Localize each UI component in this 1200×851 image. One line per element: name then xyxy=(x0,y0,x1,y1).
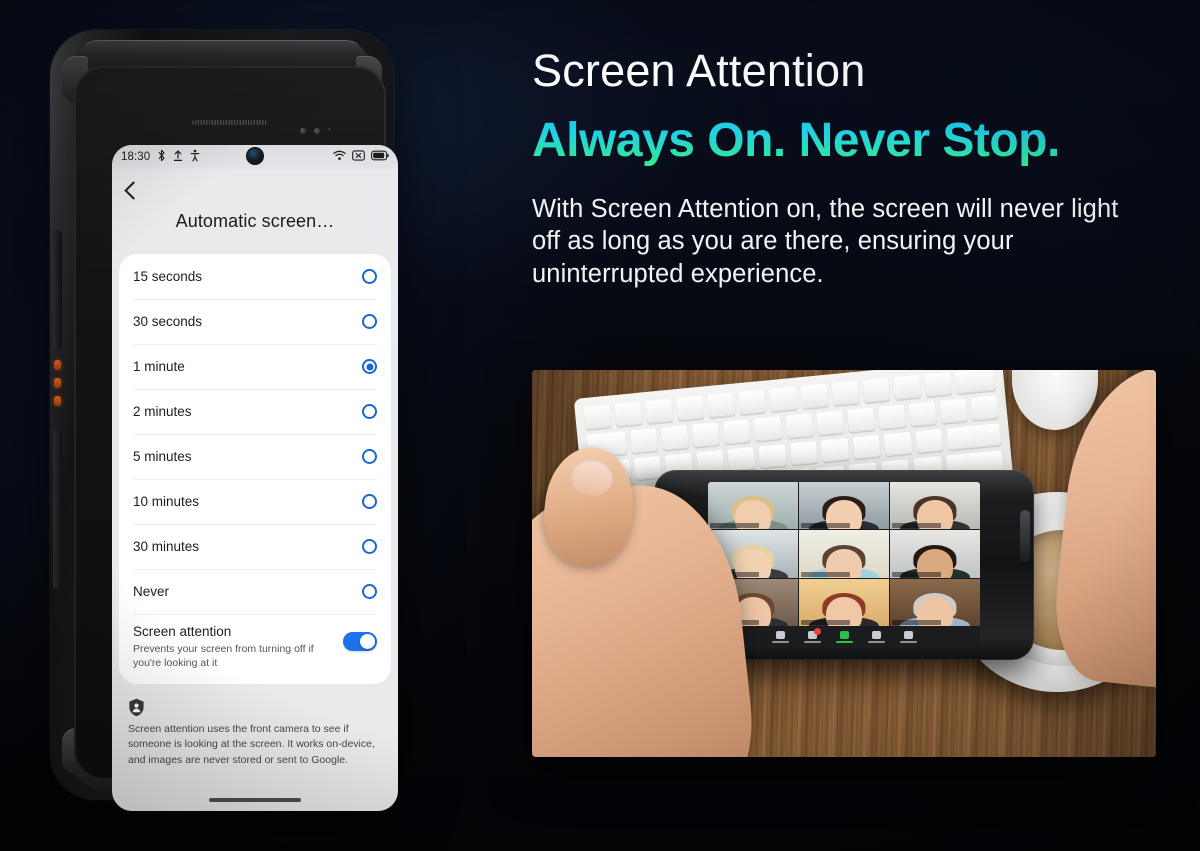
phone-side-grip-upper xyxy=(53,230,62,350)
radio-button[interactable] xyxy=(362,584,377,599)
option-row-2-minutes[interactable]: 2 minutes xyxy=(119,389,391,434)
option-row-1-minute[interactable]: 1 minute xyxy=(119,344,391,389)
battery-icon xyxy=(371,150,389,164)
sensor-dots xyxy=(300,128,331,134)
status-bar-clock: 18:30 xyxy=(121,151,151,163)
video-call-screen xyxy=(708,482,980,648)
lifestyle-photo xyxy=(532,370,1156,757)
rugged-phone-device: 18:30 Automatic screen… 15 seconds 30 se… xyxy=(42,22,402,811)
screen-attention-title: Screen attention xyxy=(133,624,232,639)
radio-button[interactable] xyxy=(362,494,377,509)
status-bar: 18:30 xyxy=(112,145,398,169)
held-phone-grip-right xyxy=(1020,510,1030,562)
option-row-never[interactable]: Never xyxy=(119,569,391,614)
phone-orange-side-button-1[interactable] xyxy=(54,360,61,370)
participant-tile[interactable] xyxy=(799,482,889,530)
status-bar-left: 18:30 xyxy=(121,149,200,165)
phone-orange-side-button-3[interactable] xyxy=(54,396,61,406)
screen-attention-subtitle: Prevents your screen from turning off if… xyxy=(133,643,314,670)
screen-attention-toggle[interactable] xyxy=(343,632,377,651)
phone-orange-side-button-2[interactable] xyxy=(54,378,61,388)
option-label: 10 minutes xyxy=(133,494,200,509)
upload-icon xyxy=(173,149,183,165)
option-label: Never xyxy=(133,584,170,599)
page-title: Automatic screen… xyxy=(175,211,335,231)
timeout-options-card: 15 seconds 30 seconds 1 minute 2 minutes xyxy=(119,254,391,685)
phone-outer-shell: 18:30 Automatic screen… 15 seconds 30 se… xyxy=(50,30,398,811)
option-label: 5 minutes xyxy=(133,449,192,464)
radio-button[interactable] xyxy=(362,314,377,329)
option-row-10-minutes[interactable]: 10 minutes xyxy=(119,479,391,524)
home-indicator[interactable] xyxy=(209,798,301,802)
wifi-icon xyxy=(333,150,346,164)
radio-button[interactable] xyxy=(362,404,377,419)
option-row-5-minutes[interactable]: 5 minutes xyxy=(119,434,391,479)
participant-tile[interactable] xyxy=(799,578,889,626)
radio-button[interactable] xyxy=(362,449,377,464)
phone-side-grip-lower xyxy=(53,430,62,590)
option-label: 30 minutes xyxy=(133,539,200,554)
option-row-30-seconds[interactable]: 30 seconds xyxy=(119,299,391,344)
option-row-30-minutes[interactable]: 30 minutes xyxy=(119,524,391,569)
back-chevron-icon xyxy=(124,180,143,200)
participant-tile-active-speaker[interactable] xyxy=(799,530,889,578)
subheadline: Always On. Never Stop. xyxy=(532,114,1060,167)
participant-tile[interactable] xyxy=(890,530,980,578)
reactions-button[interactable] xyxy=(899,630,917,644)
toggle-knob xyxy=(360,634,375,649)
privacy-note-text: Screen attention uses the front camera t… xyxy=(128,723,375,766)
screen-attention-text: Screen attention Prevents your screen fr… xyxy=(133,624,343,670)
participant-tile[interactable] xyxy=(890,578,980,626)
accessibility-icon xyxy=(190,149,200,165)
front-camera-punch-hole xyxy=(247,148,263,164)
participants-button[interactable] xyxy=(771,630,789,644)
video-call-toolbar xyxy=(708,626,980,648)
status-bar-right xyxy=(333,150,389,164)
radio-button[interactable] xyxy=(362,269,377,284)
option-row-15-seconds[interactable]: 15 seconds xyxy=(119,254,391,299)
radio-button-selected[interactable] xyxy=(362,359,377,374)
no-sim-icon xyxy=(352,150,365,164)
video-call-grid xyxy=(708,482,980,626)
bluetooth-icon xyxy=(157,149,166,165)
radio-button[interactable] xyxy=(362,539,377,554)
option-label: 30 seconds xyxy=(133,314,203,329)
chat-button[interactable] xyxy=(803,627,821,644)
record-button[interactable] xyxy=(867,630,885,644)
headline: Screen Attention xyxy=(532,45,866,96)
option-label: 1 minute xyxy=(133,359,185,374)
option-label: 15 seconds xyxy=(133,269,203,284)
screen-attention-row[interactable]: Screen attention Prevents your screen fr… xyxy=(119,614,391,684)
share-screen-button[interactable] xyxy=(835,630,853,644)
phone-screen: 18:30 Automatic screen… 15 seconds 30 se… xyxy=(112,145,398,811)
left-thumbnail xyxy=(569,457,615,498)
privacy-note: Screen attention uses the front camera t… xyxy=(112,684,398,768)
privacy-shield-icon xyxy=(128,698,145,721)
earpiece-speaker-grille xyxy=(192,120,268,125)
option-label: 2 minutes xyxy=(133,404,192,419)
back-button[interactable] xyxy=(112,175,398,205)
phone-bezel: 18:30 Automatic screen… 15 seconds 30 se… xyxy=(74,66,398,811)
body-paragraph: With Screen Attention on, the screen wil… xyxy=(532,195,1119,288)
app-bar: Automatic screen… xyxy=(112,169,398,246)
right-content-panel: Screen Attention Always On. Never Stop. … xyxy=(532,0,1172,851)
participant-tile[interactable] xyxy=(708,482,798,530)
participant-tile[interactable] xyxy=(890,482,980,530)
